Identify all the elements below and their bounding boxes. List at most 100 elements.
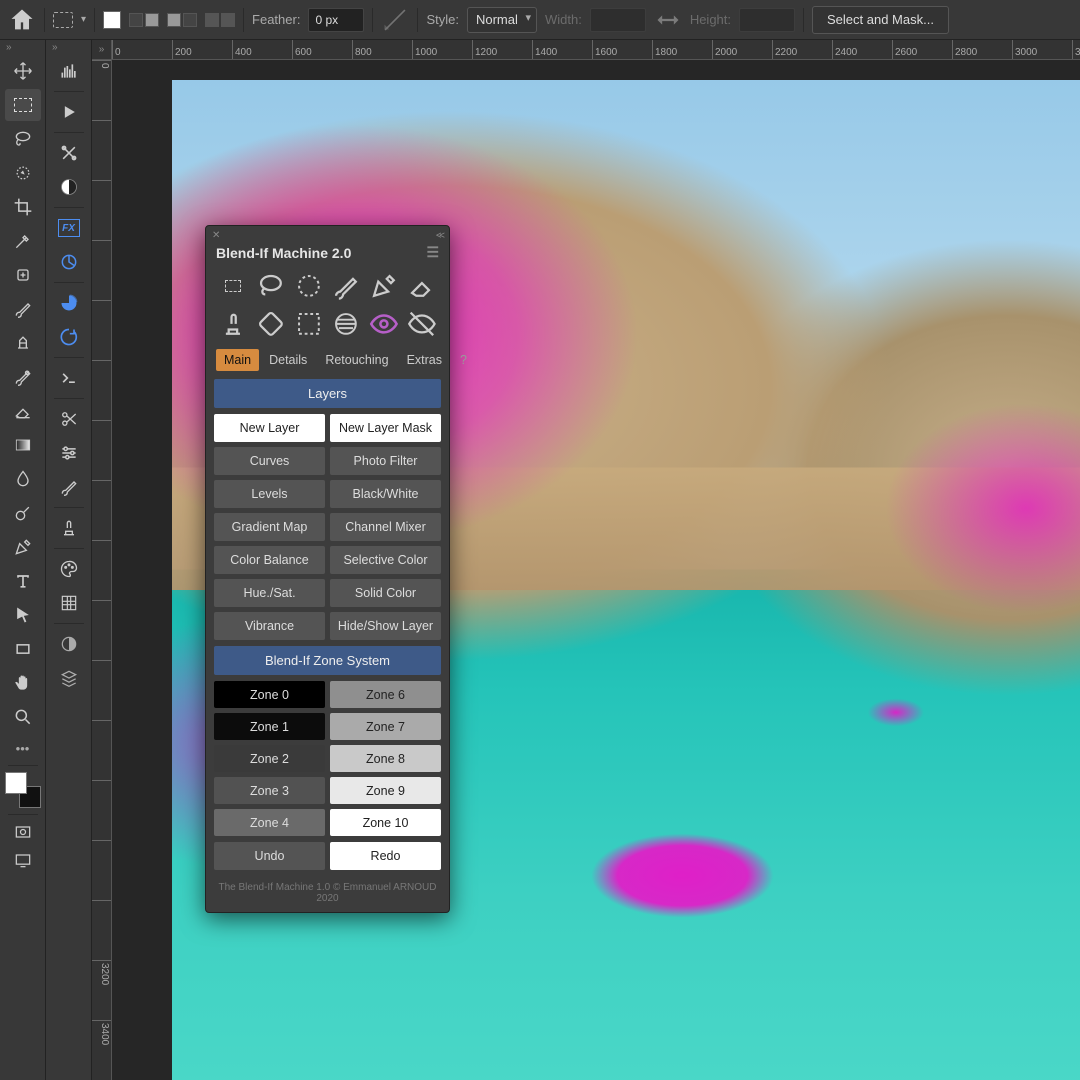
move-tool-icon[interactable] — [5, 55, 41, 87]
foreground-swatch[interactable] — [103, 11, 121, 29]
half-circle-icon[interactable] — [51, 628, 87, 660]
hue-sat-button[interactable]: Hue./Sat. — [214, 579, 325, 607]
levels-button[interactable]: Levels — [214, 480, 325, 508]
panel-marching-icon[interactable] — [292, 309, 326, 339]
fx-plugin-icon[interactable]: FX — [51, 212, 87, 244]
panel-eye-off-icon[interactable] — [405, 309, 439, 339]
hide-show-layer-button[interactable]: Hide/Show Layer — [330, 612, 441, 640]
eraser-tool-icon[interactable] — [5, 395, 41, 427]
panel-quickselect-icon[interactable] — [292, 271, 326, 301]
zone-button[interactable]: Zone 0 — [214, 681, 325, 708]
photo-filter-button[interactable]: Photo Filter — [330, 447, 441, 475]
panel-patch-icon[interactable] — [254, 309, 288, 339]
more-tools-icon[interactable]: ••• — [5, 735, 41, 761]
panel-close-icon[interactable]: ✕ — [212, 230, 220, 241]
marquee-tool-icon[interactable] — [5, 89, 41, 121]
eyedropper-tool-icon[interactable] — [5, 225, 41, 257]
zoom-tool-icon[interactable] — [5, 701, 41, 733]
palette-icon[interactable] — [51, 553, 87, 585]
undo-button[interactable]: Undo — [214, 842, 325, 870]
zone-button[interactable]: Zone 10 — [330, 809, 441, 836]
color-swatches[interactable] — [3, 770, 43, 810]
histogram-icon[interactable] — [51, 55, 87, 87]
panel-stamp-icon[interactable] — [216, 309, 250, 339]
tab-help[interactable]: ? — [452, 349, 475, 371]
select-and-mask-button[interactable]: Select and Mask... — [812, 6, 949, 34]
contrast-circle-icon[interactable] — [51, 171, 87, 203]
stamp-plugin-icon[interactable] — [51, 512, 87, 544]
tab-main[interactable]: Main — [216, 349, 259, 371]
screenmode-icon[interactable] — [5, 847, 41, 873]
new-layer-mask-button[interactable]: New Layer Mask — [330, 414, 441, 442]
panel-menu-icon[interactable]: ☰ — [426, 244, 439, 261]
feather-input[interactable] — [308, 8, 364, 32]
sliders-icon[interactable] — [51, 437, 87, 469]
home-icon[interactable] — [8, 6, 36, 34]
pen-tool-icon[interactable] — [5, 531, 41, 563]
tab-retouching[interactable]: Retouching — [317, 349, 396, 371]
scissors-icon[interactable] — [51, 403, 87, 435]
paintbrush-icon[interactable] — [51, 471, 87, 503]
panel-pen-icon[interactable] — [367, 271, 401, 301]
zone-button[interactable]: Zone 2 — [214, 745, 325, 772]
marquee-preset-icon[interactable] — [53, 12, 73, 28]
spin-plugin-icon[interactable] — [51, 321, 87, 353]
antialias-icon[interactable] — [381, 6, 409, 34]
gradient-map-button[interactable]: Gradient Map — [214, 513, 325, 541]
color-balance-button[interactable]: Color Balance — [214, 546, 325, 574]
panel-gradient-icon[interactable] — [329, 309, 363, 339]
zone-button[interactable]: Zone 9 — [330, 777, 441, 804]
hand-tool-icon[interactable] — [5, 667, 41, 699]
selective-color-button[interactable]: Selective Color — [330, 546, 441, 574]
quickmask-icon[interactable] — [5, 819, 41, 845]
brush-tool-icon[interactable] — [5, 293, 41, 325]
panel-collapse-icon[interactable]: ≪ — [436, 230, 443, 241]
history-brush-tool-icon[interactable] — [5, 361, 41, 393]
pie-plugin-icon[interactable] — [51, 287, 87, 319]
terminal-icon[interactable] — [51, 362, 87, 394]
healing-brush-tool-icon[interactable] — [5, 259, 41, 291]
selection-mode-new-icon[interactable] — [129, 13, 159, 27]
selection-mode-add-icon[interactable] — [167, 13, 197, 27]
quick-select-tool-icon[interactable] — [5, 157, 41, 189]
redo-button[interactable]: Redo — [330, 842, 441, 870]
panel-marquee-icon[interactable] — [216, 271, 250, 301]
black-white-button[interactable]: Black/White — [330, 480, 441, 508]
blur-tool-icon[interactable] — [5, 463, 41, 495]
ruler-tick: 2400 — [832, 40, 892, 59]
rectangle-tool-icon[interactable] — [5, 633, 41, 665]
swap-wh-icon[interactable] — [654, 6, 682, 34]
grid-icon[interactable] — [51, 587, 87, 619]
crop-tool-icon[interactable] — [5, 191, 41, 223]
zone-button[interactable]: Zone 4 — [214, 809, 325, 836]
type-tool-icon[interactable] — [5, 565, 41, 597]
zone-button[interactable]: Zone 1 — [214, 713, 325, 740]
zone-button[interactable]: Zone 8 — [330, 745, 441, 772]
gradient-tool-icon[interactable] — [5, 429, 41, 461]
curves-button[interactable]: Curves — [214, 447, 325, 475]
new-layer-button[interactable]: New Layer — [214, 414, 325, 442]
style-select[interactable]: Normal — [467, 7, 537, 33]
panel-eye-icon[interactable] — [367, 309, 401, 339]
vibrance-button[interactable]: Vibrance — [214, 612, 325, 640]
solid-color-button[interactable]: Solid Color — [330, 579, 441, 607]
tab-details[interactable]: Details — [261, 349, 315, 371]
panel-eraser-icon[interactable] — [405, 271, 439, 301]
layers-stack-icon[interactable] — [51, 662, 87, 694]
lens-plugin-icon[interactable] — [51, 246, 87, 278]
channel-mixer-button[interactable]: Channel Mixer — [330, 513, 441, 541]
zone-button[interactable]: Zone 3 — [214, 777, 325, 804]
play-action-icon[interactable] — [51, 96, 87, 128]
ruler-origin[interactable]: » — [92, 40, 112, 60]
zone-button[interactable]: Zone 7 — [330, 713, 441, 740]
dodge-tool-icon[interactable] — [5, 497, 41, 529]
selection-mode-intersect-icon[interactable] — [205, 13, 235, 27]
tab-extras[interactable]: Extras — [399, 349, 450, 371]
panel-brush-icon[interactable] — [329, 271, 363, 301]
clone-stamp-tool-icon[interactable] — [5, 327, 41, 359]
lasso-tool-icon[interactable] — [5, 123, 41, 155]
panel-lasso-icon[interactable] — [254, 271, 288, 301]
zone-button[interactable]: Zone 6 — [330, 681, 441, 708]
path-select-tool-icon[interactable] — [5, 599, 41, 631]
crossed-tools-icon[interactable] — [51, 137, 87, 169]
